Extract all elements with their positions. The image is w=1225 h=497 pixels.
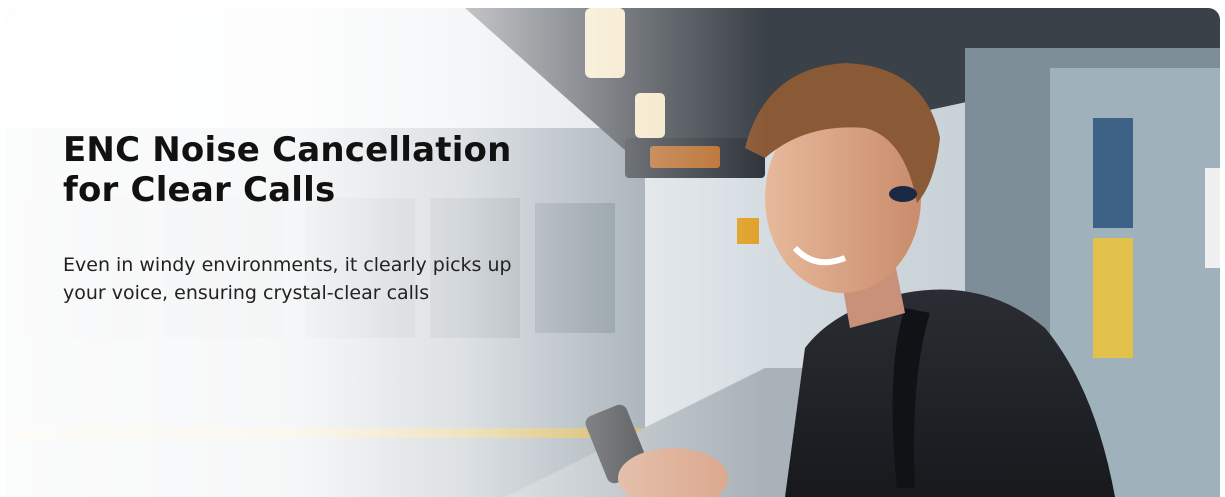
banner-headline: ENC Noise Cancellation for Clear Calls [63,130,512,210]
banner-subline: Even in windy environments, it clearly p… [63,254,512,304]
promo-banner: ENC Noise Cancellation for Clear Calls E… [5,8,1220,497]
